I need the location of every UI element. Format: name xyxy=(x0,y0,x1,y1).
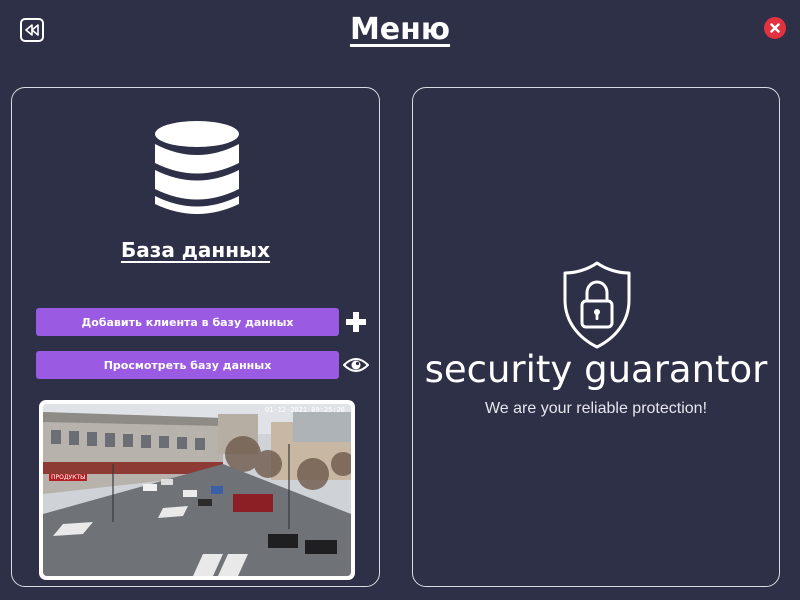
brand-name: security guarantor xyxy=(424,348,768,391)
database-title: База данных xyxy=(120,238,271,262)
camera-timestamp: 01-12-2021 09:25:26 xyxy=(264,406,345,414)
brand-panel: security guarantor We are your reliable … xyxy=(412,87,780,587)
add-client-button[interactable]: Добавить клиента в базу данных xyxy=(36,308,339,336)
database-panel: База данных Добавить клиента в базу данн… xyxy=(11,87,380,587)
brand-tagline: We are your reliable protection! xyxy=(484,400,708,417)
page-title: Меню xyxy=(349,12,451,47)
eye-icon[interactable] xyxy=(343,357,369,373)
plus-icon[interactable] xyxy=(345,311,367,333)
database-icon xyxy=(155,121,239,214)
close-button[interactable] xyxy=(764,17,786,39)
shop-sign: ПРОДУКТЫ xyxy=(49,474,88,481)
close-icon xyxy=(770,23,780,33)
shield-lock-icon xyxy=(563,261,631,349)
street-camera-image: 01-12-2021 09:25:26 ПРОДУКТЫ xyxy=(43,404,351,576)
view-database-button[interactable]: Просмотреть базу данных xyxy=(36,351,339,379)
camera-preview[interactable]: 01-12-2021 09:25:26 ПРОДУКТЫ xyxy=(39,400,355,580)
